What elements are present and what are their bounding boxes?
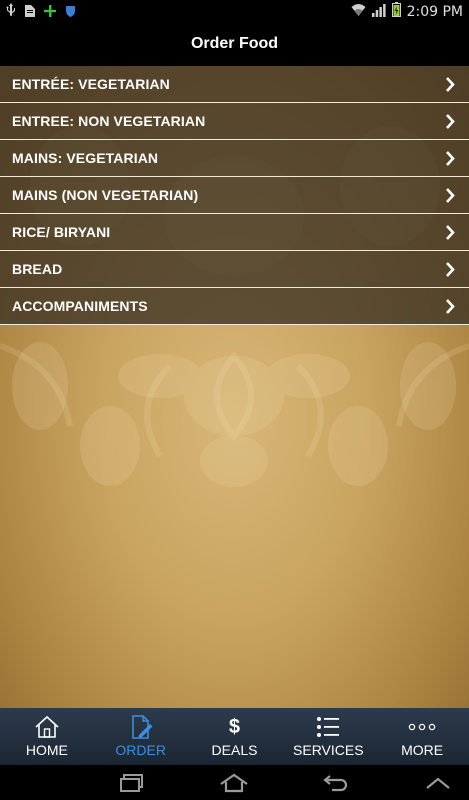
list-icon [315,714,341,740]
signal-icon [371,3,386,22]
dollar-icon: $ [228,715,241,738]
category-label: RICE/ BIRYANI [12,224,111,240]
plus-icon [44,4,56,22]
home-icon [34,714,60,740]
tab-label: SERVICES [293,742,364,758]
system-navigation-bar [0,765,469,800]
category-label: ENTRÉE: VEGETARIAN [12,76,170,92]
tab-label: DEALS [211,742,258,758]
usb-icon [6,3,16,22]
category-bread[interactable]: BREAD [0,251,469,288]
food-category-list: ENTRÉE: VEGETARIAN ENTREE: NON VEGETARIA… [0,66,469,325]
home-nav-icon[interactable] [214,771,254,795]
chevron-right-icon [445,187,457,203]
category-mains-non-vegetarian[interactable]: MAINS (NON VEGETARIAN) [0,177,469,214]
menu-up-icon[interactable] [418,771,458,795]
category-mains-vegetarian[interactable]: MAINS: VEGETARIAN [0,140,469,177]
category-entree-non-vegetarian[interactable]: ENTREE: NON VEGETARIAN [0,103,469,140]
chevron-right-icon [445,113,457,129]
battery-icon [391,2,401,22]
status-clock: 2:09 PM [406,4,463,20]
notification-icons [6,3,76,22]
tab-order[interactable]: ORDER [94,708,188,765]
chevron-right-icon [445,150,457,166]
chevron-right-icon [445,261,457,277]
order-pencil-icon [128,714,154,740]
chevron-right-icon [445,224,457,240]
tab-label: ORDER [115,742,166,758]
page-title: Order Food [190,35,279,52]
category-label: ACCOMPANIMENTS [12,298,148,314]
system-status-icons: 2:09 PM [351,2,463,22]
tab-more[interactable]: MORE [375,708,469,765]
more-dots-icon [408,714,436,740]
wifi-icon [351,3,366,22]
chevron-right-icon [445,76,457,92]
chevron-right-icon [445,298,457,314]
category-rice-biryani[interactable]: RICE/ BIRYANI [0,214,469,251]
category-entree-vegetarian[interactable]: ENTRÉE: VEGETARIAN [0,66,469,103]
back-icon[interactable] [316,771,356,795]
category-label: BREAD [12,261,63,277]
tab-deals[interactable]: $ DEALS [188,708,282,765]
status-bar: 2:09 PM [0,0,469,22]
category-label: MAINS (NON VEGETARIAN) [12,187,199,203]
category-label: ENTREE: NON VEGETARIAN [12,113,206,129]
title-bar: Order Food [0,22,469,66]
tab-home[interactable]: HOME [0,708,94,765]
tab-services[interactable]: SERVICES [281,708,375,765]
sd-card-icon [25,4,35,22]
category-accompaniments[interactable]: ACCOMPANIMENTS [0,288,469,325]
tab-label: HOME [25,742,68,758]
recent-apps-icon[interactable] [112,771,152,795]
content-area: ENTRÉE: VEGETARIAN ENTREE: NON VEGETARIA… [0,66,469,708]
shield-icon [65,4,76,22]
tab-label: MORE [401,742,444,758]
bottom-tab-bar: HOME ORDER $ DEALS SERVICES MORE [0,708,469,765]
category-label: MAINS: VEGETARIAN [12,150,159,166]
